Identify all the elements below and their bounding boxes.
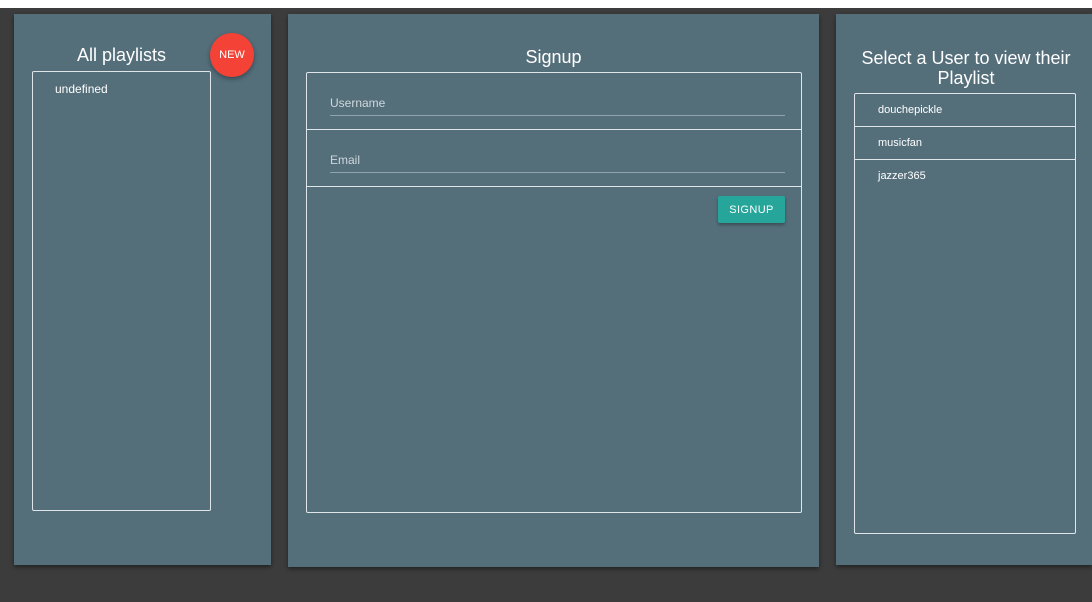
signup-button[interactable]: SIGNUP — [718, 196, 785, 223]
user-item-musicfan[interactable]: musicfan — [855, 127, 1075, 160]
top-strip — [0, 0, 1092, 8]
users-panel: Select a User to view their Playlist dou… — [836, 14, 1092, 565]
playlist-list: undefined — [32, 71, 211, 511]
user-list: douchepickle musicfan jazzer365 — [854, 93, 1076, 534]
playlists-title: All playlists — [76, 45, 167, 65]
user-item-douchepickle[interactable]: douchepickle — [855, 94, 1075, 127]
users-title: Select a User to view their Playlist — [861, 48, 1071, 88]
username-row — [307, 73, 801, 130]
playlist-item[interactable]: undefined — [33, 72, 210, 96]
signup-panel: Signup SIGNUP — [288, 14, 819, 567]
playlists-panel: All playlists NEW undefined — [14, 14, 271, 565]
signup-title: Signup — [525, 47, 582, 67]
signup-form: SIGNUP — [306, 72, 802, 513]
username-input[interactable] — [330, 91, 785, 116]
new-playlist-button[interactable]: NEW — [210, 33, 254, 77]
user-item-jazzer365[interactable]: jazzer365 — [855, 160, 1075, 193]
email-input[interactable] — [330, 148, 785, 173]
email-row — [307, 130, 801, 187]
